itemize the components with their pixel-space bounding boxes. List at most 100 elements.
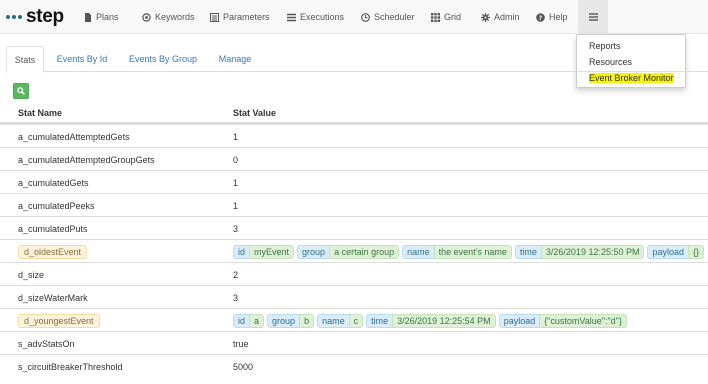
stat-name-cell: a_cumulatedAttemptedGets	[18, 125, 130, 148]
nav-executions[interactable]: Executions	[287, 0, 344, 34]
event-field-key: group	[297, 244, 331, 259]
stat-value-cell: 3	[233, 217, 238, 240]
stat-name: a_cumulatedPeeks	[18, 200, 95, 211]
search-button[interactable]	[13, 83, 29, 99]
stat-name: d_oldestEvent	[18, 244, 88, 259]
event-field-value: myEvent	[249, 244, 295, 259]
event-field-value: b	[299, 313, 315, 328]
menu-item-event-broker-monitor-label: Event Broker Monitor	[589, 73, 674, 83]
nav-admin-label: Admin	[494, 12, 520, 22]
event-field-key: name	[317, 313, 350, 328]
event-field-value: {}	[688, 244, 705, 259]
event-field: name the event's name	[402, 244, 512, 259]
nav-admin[interactable]: Admin	[481, 0, 520, 34]
event-field-value: a certain group	[329, 244, 400, 259]
event-field: payload{}	[647, 244, 705, 259]
menu-toggle-button[interactable]	[578, 0, 608, 34]
column-header-stat-value[interactable]: Stat Value	[233, 108, 276, 118]
nav-scheduler-label: Scheduler	[374, 12, 415, 22]
stat-value-cell: 0	[233, 148, 238, 171]
stat-value: true	[233, 338, 249, 349]
list-alt-icon	[210, 12, 219, 22]
clock-icon	[361, 12, 370, 22]
event-field: id myEvent	[233, 244, 295, 259]
stat-name: s_circuitBreakerThreshold	[18, 361, 123, 372]
table-row: a_cumulatedPuts 3	[0, 216, 708, 239]
stat-value-cell: 2	[233, 263, 238, 286]
event-field-key: name	[402, 244, 435, 259]
stat-value: 3	[233, 223, 239, 234]
column-header-stat-name[interactable]: Stat Name	[18, 108, 62, 118]
file-icon	[85, 12, 91, 22]
hamburger-icon	[588, 13, 598, 21]
event-field: name c	[317, 313, 364, 328]
stat-name-cell: d_size	[18, 263, 44, 286]
nav-grid-label: Grid	[444, 12, 462, 22]
tab-stats[interactable]: Stats	[6, 46, 44, 73]
event-field-key: id	[233, 313, 251, 328]
tab-bar: Stats Events By Id Events By Group Manag…	[6, 46, 708, 73]
event-field: time 3/26/2019 12:25:50 PM	[514, 244, 645, 259]
tab-manage[interactable]: Manage	[210, 46, 260, 72]
stat-value: 2	[233, 269, 239, 280]
tasks-icon	[287, 13, 296, 21]
stat-value-cell: true	[233, 332, 249, 355]
event-field: time 3/26/2019 12:25:54 PM	[366, 313, 496, 328]
event-field-key: payload	[498, 313, 541, 328]
stat-value: 1	[233, 177, 239, 188]
event-field-key: id	[233, 244, 251, 259]
brand-logo[interactable]: step	[6, 6, 64, 28]
stat-name-cell: s_advStatsOn	[18, 332, 75, 355]
stat-value: 1	[233, 131, 239, 142]
event-field-value: the event's name	[433, 244, 512, 259]
nav-parameters[interactable]: Parameters	[210, 0, 270, 34]
event-field: id a	[233, 313, 265, 328]
stat-name: a_cumulatedPuts	[18, 223, 88, 234]
table-row: a_cumulatedAttemptedGets 1	[0, 124, 708, 147]
event-field-key: time	[366, 313, 394, 328]
nav-plans-label: Plans	[96, 12, 119, 22]
nav-scheduler[interactable]: Scheduler	[361, 0, 415, 34]
event-field: group a certain group	[297, 244, 400, 259]
stat-value-cell: 5000	[233, 355, 253, 378]
stat-value: 0	[233, 154, 239, 165]
event-field: group b	[267, 313, 315, 328]
nav-keywords[interactable]: Keywords	[142, 0, 195, 34]
stat-value-cell: 3	[233, 286, 238, 309]
nav-parameters-label: Parameters	[223, 12, 270, 22]
stat-name-cell: a_cumulatedGets	[18, 171, 89, 194]
stat-name: a_cumulatedAttemptedGroupGets	[18, 154, 155, 165]
table-row: a_cumulatedAttemptedGroupGets 0	[0, 147, 708, 170]
event-field-value: 3/26/2019 12:25:54 PM	[392, 313, 496, 328]
event-field-key: time	[514, 244, 542, 259]
stat-name-cell: a_cumulatedAttemptedGroupGets	[18, 148, 155, 171]
stat-value: 3	[233, 292, 239, 303]
stat-value-cell: 1	[233, 171, 238, 194]
event-field-value: c	[348, 313, 364, 328]
nav-help-label: Help	[549, 12, 568, 22]
nav-help[interactable]: ? Help	[536, 0, 568, 34]
menu-item-event-broker-monitor[interactable]: Event Broker Monitor	[577, 71, 685, 85]
event-field-value: a	[249, 313, 265, 328]
table-row: s_advStatsOn true	[0, 331, 708, 354]
event-field-value: 3/26/2019 12:25:50 PM	[540, 244, 645, 259]
stat-name: d_size	[18, 269, 45, 280]
table-row: d_sizeWaterMark 3	[0, 285, 708, 308]
search-icon	[17, 87, 25, 95]
nav-grid[interactable]: Grid	[431, 0, 461, 34]
table-row: s_circuitBreakerThreshold 5000	[0, 354, 708, 377]
stat-value: 1	[233, 200, 239, 211]
stat-name: d_youngestEvent	[18, 313, 100, 328]
tab-events-by-id[interactable]: Events By Id	[50, 46, 114, 72]
nav-executions-label: Executions	[300, 12, 345, 22]
table-row: d_youngestEvent id a group b name c time 3/26/20…	[0, 308, 708, 331]
table-header: Stat Name Stat Value	[0, 102, 708, 124]
stat-value-cell: 1	[233, 125, 238, 148]
stat-value-cell: id myEvent group a certain group name the eve…	[233, 240, 707, 263]
nav-plans[interactable]: Plans	[84, 0, 119, 34]
event-field-key: group	[267, 313, 301, 328]
svg-text:?: ?	[539, 14, 543, 22]
stat-value: 5000	[233, 361, 254, 372]
tab-events-by-group[interactable]: Events By Group	[122, 46, 204, 72]
event-field-key: payload	[647, 244, 690, 259]
